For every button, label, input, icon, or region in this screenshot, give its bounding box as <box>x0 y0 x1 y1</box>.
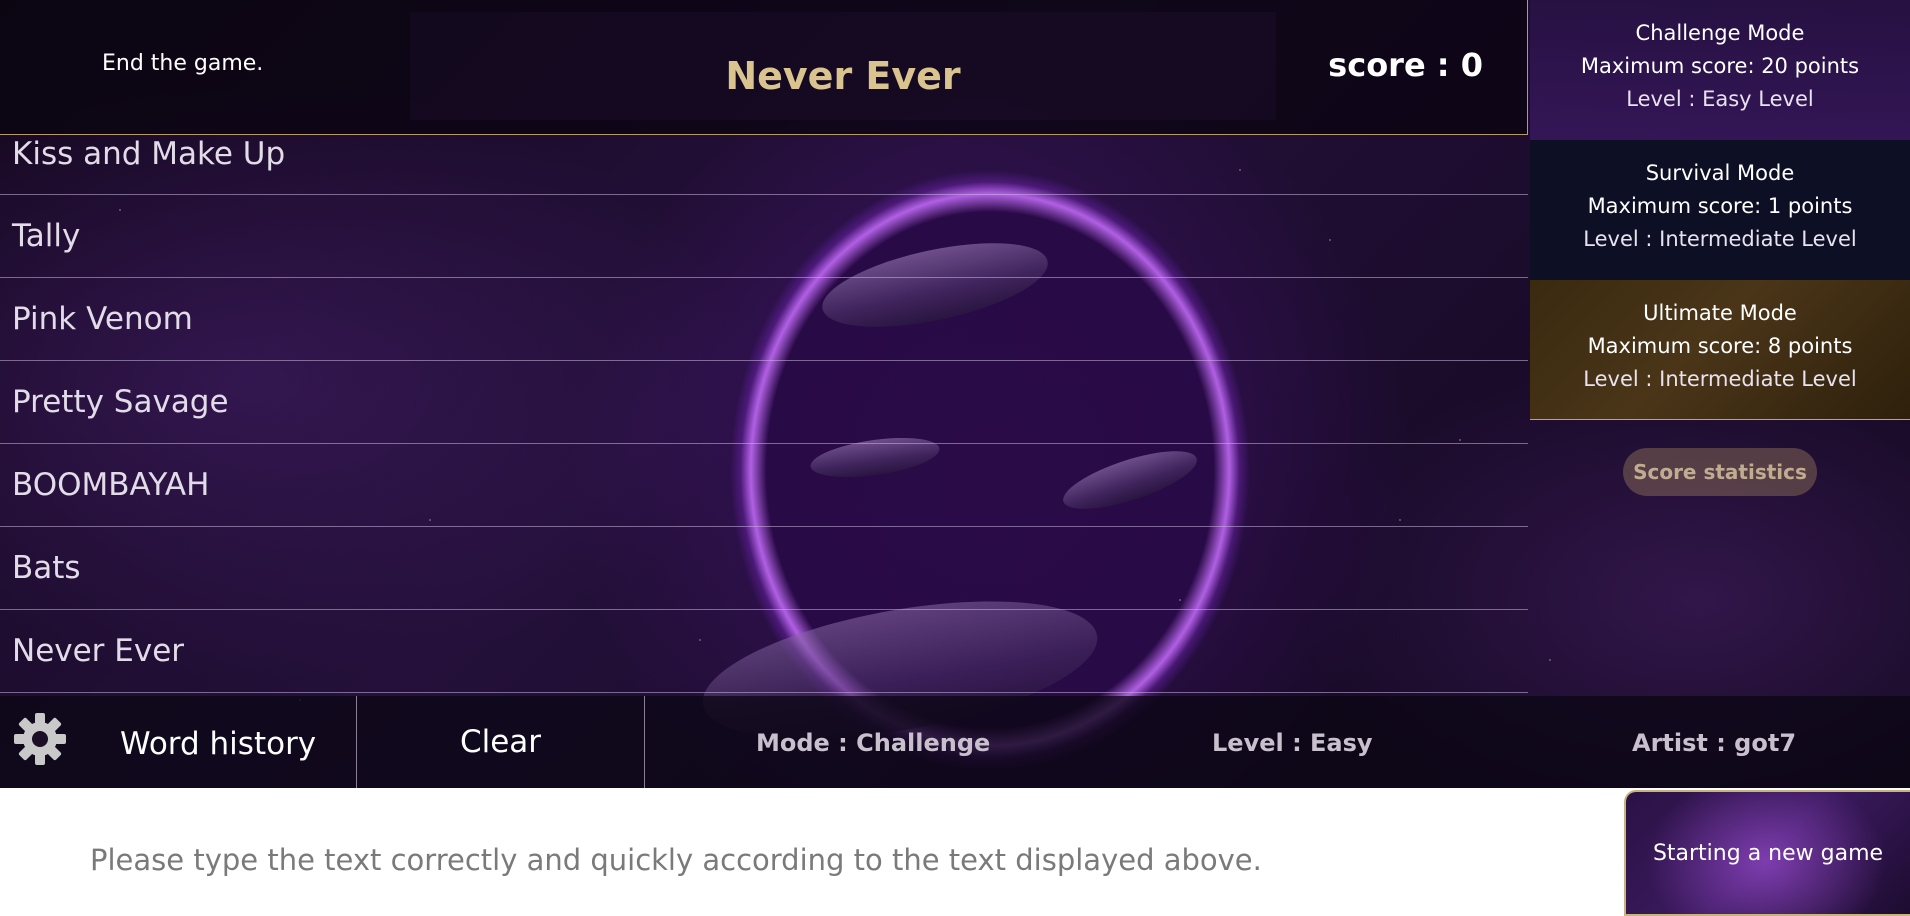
toolbar-divider <box>644 696 645 788</box>
list-item: Pink Venom <box>0 278 1528 361</box>
end-game-button[interactable]: End the game. <box>102 51 263 76</box>
game-header: Never Ever End the game. score : 0 <box>0 0 1528 135</box>
word-text: Tally <box>12 218 81 254</box>
level-indicator: Level : Easy <box>1212 729 1373 757</box>
word-history-button[interactable]: Word history <box>120 726 316 762</box>
list-item: BOOMBAYAH <box>0 444 1528 527</box>
new-game-button[interactable]: Starting a new game <box>1624 790 1910 916</box>
mode-max-score: Maximum score: 1 points <box>1587 194 1853 218</box>
word-text: Pink Venom <box>12 301 193 337</box>
mode-indicator: Mode : Challenge <box>756 729 991 757</box>
list-item: Never Ever <box>0 610 1528 693</box>
list-item: Tally <box>0 195 1528 278</box>
mode-name: Challenge Mode <box>1635 21 1805 45</box>
word-text: Pretty Savage <box>12 384 229 420</box>
gear-icon[interactable] <box>10 709 70 769</box>
current-word: Never Ever <box>725 54 961 98</box>
word-text: Never Ever <box>12 633 185 669</box>
mode-card-challenge[interactable]: Challenge Mode Maximum score: 20 points … <box>1530 0 1910 140</box>
mode-max-score: Maximum score: 8 points <box>1587 334 1853 358</box>
mode-card-ultimate[interactable]: Ultimate Mode Maximum score: 8 points Le… <box>1530 280 1910 420</box>
current-word-panel: Never Ever <box>410 12 1276 120</box>
list-item: Kiss and Make Up <box>0 136 1528 195</box>
score-statistics-button[interactable]: Score statistics <box>1623 448 1817 496</box>
list-item: Pretty Savage <box>0 361 1528 444</box>
artist-indicator: Artist : got7 <box>1632 729 1797 757</box>
clear-button[interactable]: Clear <box>357 696 644 788</box>
mode-level: Level : Easy Level <box>1626 87 1814 111</box>
word-text: Bats <box>12 550 81 586</box>
score-display: score : 0 <box>1328 46 1483 84</box>
mode-level: Level : Intermediate Level <box>1583 367 1857 391</box>
word-text: Kiss and Make Up <box>12 136 286 172</box>
mode-name: Survival Mode <box>1645 161 1795 185</box>
typing-input[interactable] <box>90 830 1590 890</box>
mode-card-survival[interactable]: Survival Mode Maximum score: 1 points Le… <box>1530 140 1910 280</box>
mode-name: Ultimate Mode <box>1643 301 1797 325</box>
word-list: Kiss and Make Up Tally Pink Venom Pretty… <box>0 136 1528 693</box>
word-text: BOOMBAYAH <box>12 467 210 503</box>
list-item: Bats <box>0 527 1528 610</box>
mode-max-score: Maximum score: 20 points <box>1580 54 1860 78</box>
mode-level: Level : Intermediate Level <box>1583 227 1857 251</box>
